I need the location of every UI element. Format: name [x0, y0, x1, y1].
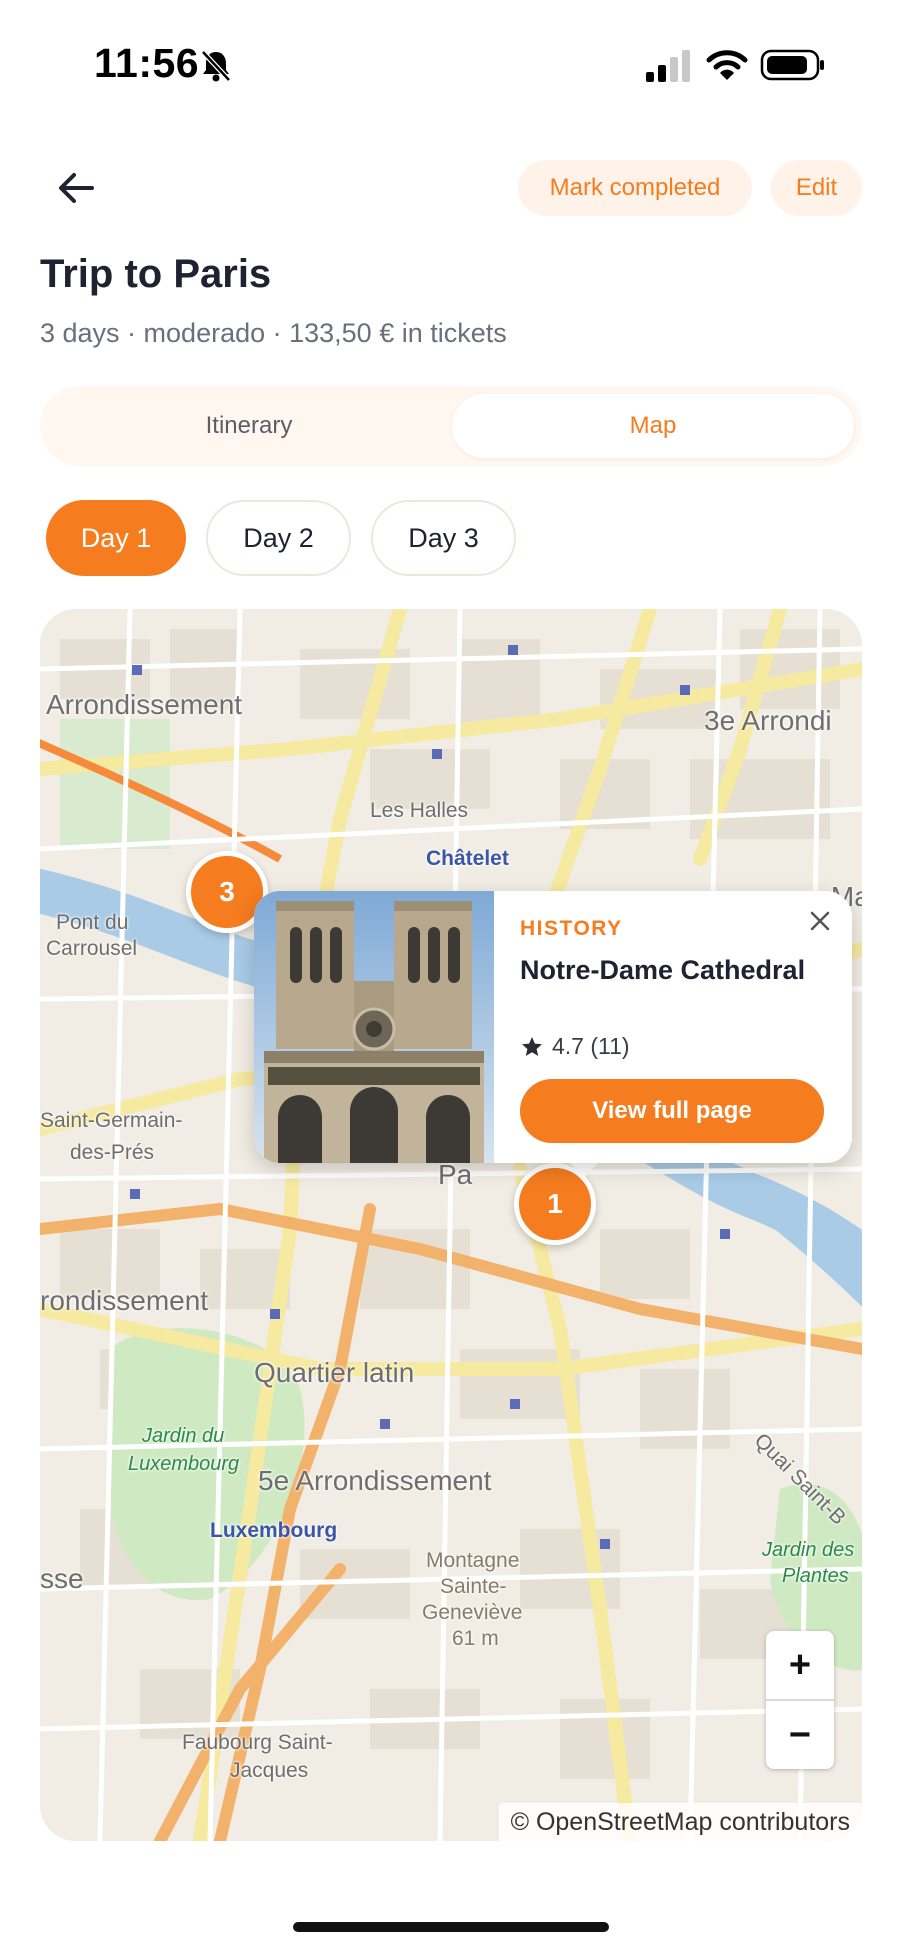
mark-completed-button[interactable]: Mark completed	[518, 160, 752, 216]
map-tiles	[40, 609, 862, 1841]
map-label: Châtelet	[426, 847, 509, 870]
page-title: Trip to Paris	[40, 252, 272, 296]
wifi-icon	[706, 50, 748, 80]
map-label: Jacques	[230, 1759, 309, 1782]
close-popup-button[interactable]	[802, 903, 838, 939]
map-attribution[interactable]: © OpenStreetMap contributors	[498, 1803, 862, 1841]
map-label: Carrousel	[46, 937, 138, 960]
map-label: Jardin des	[762, 1539, 855, 1561]
map-label: Sainte-	[440, 1575, 507, 1598]
map-label: Luxembourg	[128, 1453, 240, 1475]
trip-summary: 3 days · moderado · 133,50 € in tickets	[40, 318, 507, 348]
map-label: Plantes	[782, 1565, 849, 1587]
map-label: Pa	[438, 1159, 473, 1190]
map-label: Pont du	[56, 911, 129, 934]
popup-pointer	[568, 1161, 600, 1177]
tab-map[interactable]: Map	[452, 394, 854, 458]
map-view[interactable]: Arrondissement 3e Arrondi Les Halles Châ…	[40, 609, 862, 1841]
battery-icon	[760, 49, 824, 81]
bell-slash-icon	[201, 50, 231, 82]
poi-rating-value: 4.7 (11)	[552, 1033, 630, 1059]
poi-rating: 4.7 (11)	[520, 1033, 630, 1060]
map-label: rondissement	[40, 1285, 209, 1316]
status-time: 11:56	[94, 40, 200, 86]
cellular-signal-icon	[646, 50, 690, 82]
poi-title: Notre-Dame Cathedral	[520, 955, 806, 985]
map-label: Geneviève	[422, 1601, 523, 1624]
map-label: Arrondissement	[46, 689, 243, 720]
view-full-page-button[interactable]: View full page	[520, 1079, 824, 1143]
close-icon	[810, 911, 830, 931]
edit-button[interactable]: Edit	[771, 160, 862, 216]
map-label: des-Prés	[70, 1141, 155, 1164]
poi-popup: HISTORY Notre-Dame Cathedral 4.7 (11) Vi…	[254, 891, 852, 1163]
map-label: Montagne	[426, 1549, 520, 1572]
home-indicator	[293, 1922, 609, 1932]
map-label: 5e Arrondissement	[258, 1465, 492, 1496]
map-label: Quartier latin	[254, 1357, 415, 1388]
map-label: 61 m	[452, 1627, 499, 1650]
map-label: 3e Arrondi	[704, 705, 832, 736]
poi-category: HISTORY	[520, 917, 623, 940]
day-chip-2[interactable]: Day 2	[206, 500, 351, 576]
map-label: Jardin du	[142, 1425, 225, 1447]
map-label: Luxembourg	[210, 1519, 338, 1542]
zoom-in-button[interactable]: +	[766, 1631, 834, 1701]
view-switcher: Itinerary Map	[40, 386, 862, 466]
day-chip-3[interactable]: Day 3	[371, 500, 516, 576]
tab-itinerary[interactable]: Itinerary	[48, 394, 450, 458]
arrow-left-icon	[59, 173, 94, 203]
map-label: Faubourg Saint-	[182, 1731, 333, 1754]
map-label: Les Halles	[370, 799, 469, 822]
poi-photo	[254, 891, 494, 1163]
map-label: Saint-Germain-	[40, 1109, 183, 1132]
zoom-control: + −	[766, 1631, 834, 1769]
back-button[interactable]	[40, 160, 112, 216]
map-label: sse	[40, 1563, 84, 1594]
day-chip-1[interactable]: Day 1	[46, 500, 186, 576]
zoom-out-button[interactable]: −	[766, 1701, 834, 1769]
star-icon	[522, 1036, 542, 1056]
